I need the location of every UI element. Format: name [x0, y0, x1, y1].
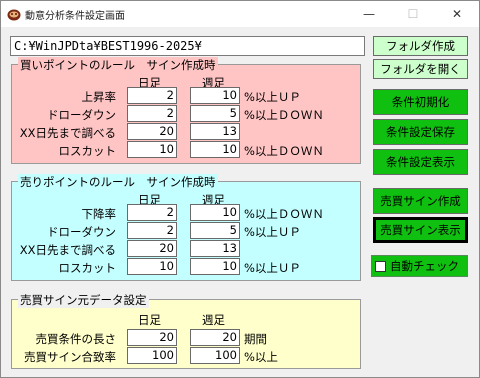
- minimize-button[interactable]: —: [347, 1, 391, 27]
- source-week-header: 週足: [202, 313, 225, 327]
- condition-init-button[interactable]: 条件初期化: [373, 89, 468, 115]
- buy-row-unit: %以上ＤＯＷＮ: [244, 144, 324, 158]
- condition-save-button[interactable]: 条件設定保存: [373, 119, 468, 145]
- trade-sign-show-button[interactable]: 売買サイン表示: [373, 217, 468, 243]
- source-day-input[interactable]: 100: [127, 347, 177, 364]
- source-day-input[interactable]: 20: [127, 329, 177, 346]
- buy-row-label: ロスカット: [58, 144, 117, 158]
- source-data-title: 売買サイン元データ設定: [18, 292, 149, 308]
- app-icon: [7, 7, 21, 21]
- window-title: 動意分析条件設定画面: [25, 11, 125, 22]
- buy-row-unit: %以上ＵＰ: [244, 90, 301, 104]
- condition-show-button[interactable]: 条件設定表示: [373, 149, 468, 175]
- auto-check-toggle[interactable]: 自動チェック: [371, 255, 468, 277]
- buy-rule-group: 買いポイントのルール サイン作成時 日足 週足 上昇率 2 10 %以上ＵＰ ド…: [11, 57, 361, 164]
- auto-check-label: 自動チェック: [390, 259, 459, 273]
- buy-week-input[interactable]: 10: [190, 141, 240, 158]
- buy-week-input[interactable]: 13: [190, 123, 240, 140]
- folder-create-button[interactable]: フォルダ作成: [373, 36, 468, 56]
- source-week-input[interactable]: 20: [190, 329, 240, 346]
- buy-row-label: ドローダウン: [47, 108, 116, 122]
- sell-day-input[interactable]: 10: [127, 258, 177, 275]
- sell-week-input[interactable]: 5: [190, 222, 240, 239]
- sell-day-input[interactable]: 2: [127, 222, 177, 239]
- sell-row-unit: %以上ＤＯＷＮ: [244, 207, 324, 221]
- buy-row-unit: %以上ＤＯＷＮ: [244, 108, 324, 122]
- sell-row-label: ドローダウン: [47, 225, 116, 239]
- buy-day-input[interactable]: 2: [127, 105, 177, 122]
- source-row-label: 売買サイン合致率: [24, 350, 116, 364]
- buy-row-label: XX日先まで調べる: [19, 126, 116, 140]
- buy-day-input[interactable]: 20: [127, 123, 177, 140]
- trade-sign-create-button[interactable]: 売買サイン作成: [373, 188, 468, 214]
- source-row-unit: 期間: [244, 332, 267, 346]
- sell-row-label: ロスカット: [58, 261, 117, 275]
- sell-rule-title: 売りポイントのルール サイン作成時: [18, 174, 218, 190]
- sell-row-unit: %以上ＵＰ: [244, 225, 301, 239]
- close-button[interactable]: ✕: [435, 1, 479, 27]
- main-window: 動意分析条件設定画面 — ☐ ✕ C:¥WinJPDta¥BEST1996-20…: [0, 0, 480, 378]
- buy-row-label: 上昇率: [81, 90, 117, 104]
- buy-week-input[interactable]: 10: [190, 87, 240, 104]
- buy-week-input[interactable]: 5: [190, 105, 240, 122]
- folder-open-button[interactable]: フォルダを開く: [373, 59, 468, 79]
- folder-path-input[interactable]: C:¥WinJPDta¥BEST1996-2025¥: [10, 36, 365, 56]
- sell-day-input[interactable]: 20: [127, 240, 177, 257]
- sell-week-input[interactable]: 10: [190, 204, 240, 221]
- sell-week-input[interactable]: 10: [190, 258, 240, 275]
- source-week-input[interactable]: 100: [190, 347, 240, 364]
- source-row-unit: %以上: [244, 350, 278, 364]
- buy-rule-title: 買いポイントのルール サイン作成時: [18, 57, 218, 73]
- buy-day-input[interactable]: 10: [127, 141, 177, 158]
- source-day-header: 日足: [138, 313, 161, 327]
- source-row-label: 売買条件の長さ: [35, 332, 117, 346]
- auto-check-checkbox[interactable]: [375, 260, 386, 272]
- sell-row-label: XX日先まで調べる: [19, 243, 116, 257]
- source-data-group: 売買サイン元データ設定 日足 週足 売買条件の長さ 20 20 期間 売買サイン…: [11, 292, 361, 369]
- maximize-button[interactable]: ☐: [391, 1, 435, 27]
- title-bar[interactable]: 動意分析条件設定画面 — ☐ ✕: [1, 1, 479, 27]
- sell-day-input[interactable]: 2: [127, 204, 177, 221]
- sell-row-label: 下降率: [81, 207, 117, 221]
- sell-week-input[interactable]: 13: [190, 240, 240, 257]
- buy-day-input[interactable]: 2: [127, 87, 177, 104]
- sell-rule-group: 売りポイントのルール サイン作成時 日足 週足 下降率 2 10 %以上ＤＯＷＮ…: [11, 174, 361, 281]
- sell-row-unit: %以上ＵＰ: [244, 261, 301, 275]
